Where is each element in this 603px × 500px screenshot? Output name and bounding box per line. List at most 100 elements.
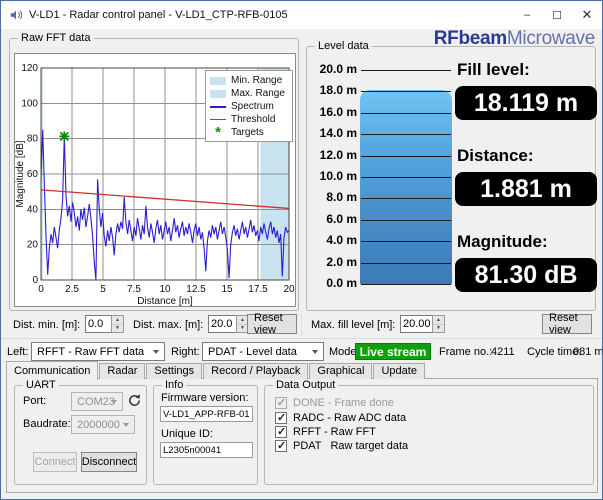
svg-text:120: 120 <box>21 63 38 74</box>
gauge-tick-line <box>361 219 451 221</box>
fft-reset-view-button[interactable]: Reset view <box>247 312 297 336</box>
max-fill-input[interactable] <box>400 315 432 333</box>
dist-min-input[interactable] <box>85 315 111 333</box>
legend-label: Min. Range <box>231 75 283 86</box>
svg-text:20: 20 <box>283 284 295 295</box>
svg-text:0: 0 <box>38 284 44 295</box>
gauge-tick-line <box>361 70 451 71</box>
spectrum-line-icon <box>210 105 226 108</box>
target-marker-icon: * <box>215 123 221 141</box>
dist-max-stepper[interactable]: ▲▼ <box>208 315 249 333</box>
unique-id-field[interactable] <box>160 442 253 458</box>
up-arrow-icon[interactable]: ▲ <box>112 316 123 325</box>
down-arrow-icon[interactable]: ▼ <box>112 325 123 333</box>
level-data-group: Level data 20.0 m 18.0 m 16.0 m 14.0 m 12.0 … <box>306 40 597 312</box>
port-label: Port: <box>23 395 47 407</box>
svg-text:60: 60 <box>27 169 39 180</box>
app-window: V-LD1 - Radar control panel - V-LD1_CTP-… <box>0 0 603 500</box>
cycle-time-value: 081 ms <box>573 346 603 358</box>
fill-level-label: Fill level: <box>457 60 530 79</box>
gauge-tick-line <box>361 262 451 264</box>
unique-id-label: Unique ID: <box>161 428 213 440</box>
max-fill-level-label: Max. fill level [m]: <box>311 319 396 331</box>
gauge-tick-line <box>361 91 451 93</box>
gauge-tick-label: 12.0 m <box>319 147 357 162</box>
checkbox-label: RFFT - Raw FFT <box>293 425 376 438</box>
distance-label: Distance: <box>457 146 534 165</box>
fill-level-gauge: 20.0 m 18.0 m 16.0 m 14.0 m 12.0 m 10.0 m 8.0 … <box>307 47 457 312</box>
svg-text:100: 100 <box>21 98 38 109</box>
max-fill-stepper[interactable]: ▲▼ <box>400 315 445 333</box>
baudrate-value: 2000000 <box>77 418 120 431</box>
gauge-tick-label: 0.0 m <box>326 276 357 290</box>
max-range-swatch-icon <box>210 89 226 98</box>
checkbox-done <box>275 396 287 409</box>
raw-fft-group-title: Raw FFT data <box>18 32 94 44</box>
legend-label: Threshold <box>231 114 276 125</box>
gauge-tick-label: 16.0 m <box>319 104 357 119</box>
baudrate-select: 2000000 <box>71 415 135 434</box>
gauge-tick-label: 10.0 m <box>319 169 357 183</box>
down-arrow-icon[interactable]: ▼ <box>433 325 444 333</box>
data-output-row: PDAT Raw target data <box>275 439 408 452</box>
level-reset-view-button[interactable]: Reset view <box>542 312 592 336</box>
close-button[interactable]: ✕ <box>572 1 602 29</box>
legend-label: Max. Range <box>231 88 285 99</box>
dist-min-label: Dist. min. [m]: <box>13 319 81 331</box>
gauge-tick-label: 20.0 m <box>319 62 357 76</box>
gauge-tick-label: 8.0 m <box>326 190 357 205</box>
connect-button: Connect <box>33 452 77 472</box>
divider <box>301 313 302 339</box>
dist-max-input[interactable] <box>208 315 236 333</box>
dist-min-stepper[interactable]: ▲▼ <box>85 315 124 333</box>
checkbox-rfft[interactable] <box>275 425 287 438</box>
right-data-select[interactable]: PDAT - Level data <box>202 342 324 361</box>
tab-settings[interactable]: Settings <box>146 363 203 379</box>
magnitude-label: Magnitude: <box>457 232 548 251</box>
firmware-version-field[interactable] <box>160 406 253 422</box>
frame-no-label: Frame no.: <box>439 346 493 358</box>
gauge-tick-label: 2.0 m <box>326 254 357 269</box>
svg-text:Magnitude [dB]: Magnitude [dB] <box>15 140 26 207</box>
communication-tab-page: UART Port: COM23 Baudrate: 2000000 Conne… <box>6 378 598 493</box>
checkbox-label: RADC - Raw ADC data <box>293 411 407 424</box>
checkbox-label: DONE - Frame done <box>293 396 394 409</box>
svg-text:20: 20 <box>27 240 39 251</box>
distance-value: 1.881 m <box>455 172 597 206</box>
svg-text:80: 80 <box>27 134 39 145</box>
tab-graphical[interactable]: Graphical <box>309 363 373 379</box>
refresh-ports-icon[interactable] <box>127 393 142 408</box>
port-select: COM23 <box>71 392 123 411</box>
checkbox-label: PDAT Raw target data <box>293 439 409 452</box>
legend-label: Targets <box>231 127 264 138</box>
right-data-value: PDAT - Level data <box>208 345 297 358</box>
tab-record-playback[interactable]: Record / Playback <box>203 363 309 379</box>
maximize-button[interactable]: ☐ <box>542 1 572 29</box>
tab-communication[interactable]: Communication <box>6 361 99 380</box>
gauge-tick-line <box>361 112 451 114</box>
data-output-row: RFFT - Raw FFT <box>275 425 376 438</box>
minimize-button[interactable]: – <box>512 1 542 29</box>
gauge-tick-line <box>361 241 451 243</box>
uart-group: UART Port: COM23 Baudrate: 2000000 Conne… <box>14 379 147 485</box>
svg-text:0: 0 <box>32 275 38 286</box>
info-group: Info Firmware version: Unique ID: <box>153 379 258 485</box>
tab-update[interactable]: Update <box>373 363 425 379</box>
chevron-down-icon <box>153 350 159 354</box>
tab-radar[interactable]: Radar <box>99 363 146 379</box>
checkbox-pdat[interactable] <box>275 439 287 452</box>
disconnect-button[interactable]: Disconnect <box>81 452 137 472</box>
tank-fill <box>360 90 452 284</box>
title-bar[interactable]: V-LD1 - Radar control panel - V-LD1_CTP-… <box>1 1 602 29</box>
data-output-row: DONE - Frame done <box>275 396 394 409</box>
gauge-tick-label: 14.0 m <box>319 126 357 141</box>
checkbox-radc[interactable] <box>275 411 287 424</box>
data-output-group-title: Data Output <box>273 379 339 391</box>
info-group-title: Info <box>162 379 187 391</box>
up-arrow-icon[interactable]: ▲ <box>433 316 444 325</box>
baudrate-label: Baudrate: <box>23 418 71 430</box>
left-data-select[interactable]: RFFT - Raw FFT data <box>31 342 165 361</box>
uart-group-title: UART <box>23 379 59 391</box>
fft-chart[interactable]: 0 2.5 5 7.5 10 12.5 15 17.5 20 0 20 40 60 80 100 120 Dis… <box>14 53 296 307</box>
gauge-tick-line <box>361 177 451 178</box>
